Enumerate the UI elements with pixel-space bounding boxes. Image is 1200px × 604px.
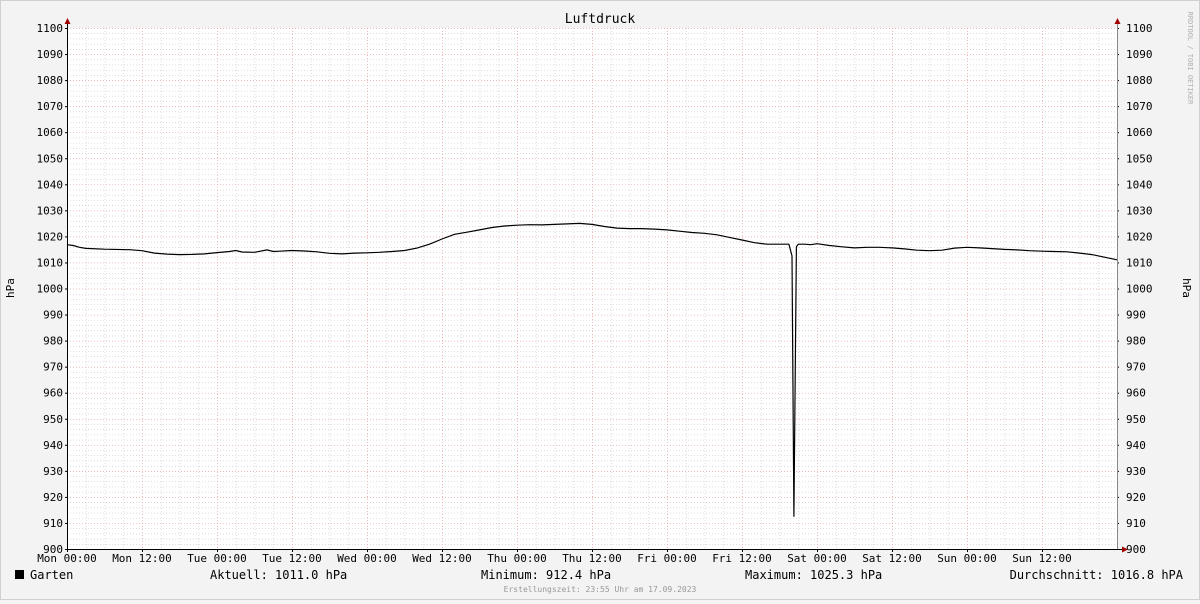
y-tick-label-right: 1080 bbox=[1126, 74, 1153, 87]
y-axis-label-right: hPa bbox=[1180, 278, 1193, 298]
y-tick-label-left: 910 bbox=[43, 517, 63, 530]
y-tick-label-right: 900 bbox=[1126, 543, 1146, 556]
y-tick-label-right: 970 bbox=[1126, 361, 1146, 374]
x-tick-label: Sat 12:00 bbox=[862, 552, 922, 565]
y-tick-label-left: 980 bbox=[43, 335, 63, 348]
x-tick-label: Fri 00:00 bbox=[637, 552, 697, 565]
x-tick-label: Thu 00:00 bbox=[487, 552, 547, 565]
legend-aktuell: Aktuell: 1011.0 hPa bbox=[210, 568, 347, 582]
legend-minimum: Minimum: 912.4 hPa bbox=[481, 568, 611, 582]
x-tick-label: Mon 12:00 bbox=[112, 552, 172, 565]
legend-maximum: Maximum: 1025.3 hPa bbox=[745, 568, 882, 582]
y-tick-label-left: 1020 bbox=[37, 230, 64, 243]
y-tick-label-right: 940 bbox=[1126, 439, 1146, 452]
y-tick-label-right: 1010 bbox=[1126, 256, 1153, 269]
legend-label-garten: Garten bbox=[30, 568, 73, 582]
y-tick-label-left: 1070 bbox=[37, 100, 64, 113]
y-tick-label-right: 910 bbox=[1126, 517, 1146, 530]
y-tick-label-right: 1050 bbox=[1126, 152, 1153, 165]
y-tick-label-right: 1040 bbox=[1126, 178, 1153, 191]
y-tick-label-left: 920 bbox=[43, 491, 63, 504]
y-tick-label-left: 1090 bbox=[37, 48, 64, 61]
y-tick-label-right: 1030 bbox=[1126, 204, 1153, 217]
legend-durchschnitt: Durchschnitt: 1016.8 hPA bbox=[1010, 568, 1184, 582]
x-tick-label: Fri 12:00 bbox=[712, 552, 772, 565]
y-tick-label-left: 1010 bbox=[37, 256, 64, 269]
y-tick-label-right: 1000 bbox=[1126, 283, 1153, 296]
y-tick-label-left: 940 bbox=[43, 439, 63, 452]
x-tick-label: Wed 12:00 bbox=[412, 552, 472, 565]
x-tick-label: Tue 00:00 bbox=[187, 552, 247, 565]
y-tick-label-right: 980 bbox=[1126, 335, 1146, 348]
x-tick-label: Tue 12:00 bbox=[262, 552, 322, 565]
x-tick-label: Thu 12:00 bbox=[562, 552, 622, 565]
x-tick-label: Sun 12:00 bbox=[1012, 552, 1072, 565]
pressure-chart: 900 910 920 930 940 950 960 970 980 990 1000 1010 10… bbox=[0, 0, 1200, 600]
y-tick-label-right: 950 bbox=[1126, 413, 1146, 426]
x-tick-label: Mon 00:00 bbox=[37, 552, 97, 565]
y-tick-label-left: 950 bbox=[43, 413, 63, 426]
y-tick-label-right: 930 bbox=[1126, 465, 1146, 478]
y-tick-label-left: 1050 bbox=[37, 152, 64, 165]
y-tick-label-left: 990 bbox=[43, 309, 63, 322]
y-tick-label-left: 970 bbox=[43, 361, 63, 374]
chart-title: Luftdruck bbox=[565, 12, 636, 27]
y-tick-label-right: 920 bbox=[1126, 491, 1146, 504]
y-tick-label-left: 960 bbox=[43, 387, 63, 400]
watermark: RRDTOOL / TOBI OETIKER bbox=[1186, 12, 1194, 106]
y-tick-label-left: 930 bbox=[43, 465, 63, 478]
x-tick-label: Sun 00:00 bbox=[937, 552, 997, 565]
y-tick-label-right: 990 bbox=[1126, 309, 1146, 322]
y-axis-label-left: hPa bbox=[4, 278, 17, 298]
y-tick-label-right: 1090 bbox=[1126, 48, 1153, 61]
x-tick-label: Wed 00:00 bbox=[337, 552, 397, 565]
y-tick-label-right: 1060 bbox=[1126, 126, 1153, 139]
chart-page: 900 910 920 930 940 950 960 970 980 990 1000 1010 10… bbox=[0, 0, 1200, 600]
x-tick-label: Sat 00:00 bbox=[787, 552, 847, 565]
y-tick-label-right: 1070 bbox=[1126, 100, 1153, 113]
y-tick-label-right: 960 bbox=[1126, 387, 1146, 400]
y-tick-label-left: 1030 bbox=[37, 204, 64, 217]
legend-swatch-garten bbox=[15, 570, 24, 579]
y-tick-label-right: 1100 bbox=[1126, 22, 1153, 35]
y-tick-label-right: 1020 bbox=[1126, 230, 1153, 243]
footer-timestamp: Erstellungszeit: 23:55 Uhr am 17.09.2023 bbox=[504, 585, 697, 594]
y-tick-label-left: 1040 bbox=[37, 178, 64, 191]
plot-area bbox=[67, 28, 1117, 549]
y-tick-label-left: 1000 bbox=[37, 283, 64, 296]
y-tick-label-left: 1060 bbox=[37, 126, 64, 139]
y-tick-label-left: 1080 bbox=[37, 74, 64, 87]
y-tick-label-left: 1100 bbox=[37, 22, 64, 35]
